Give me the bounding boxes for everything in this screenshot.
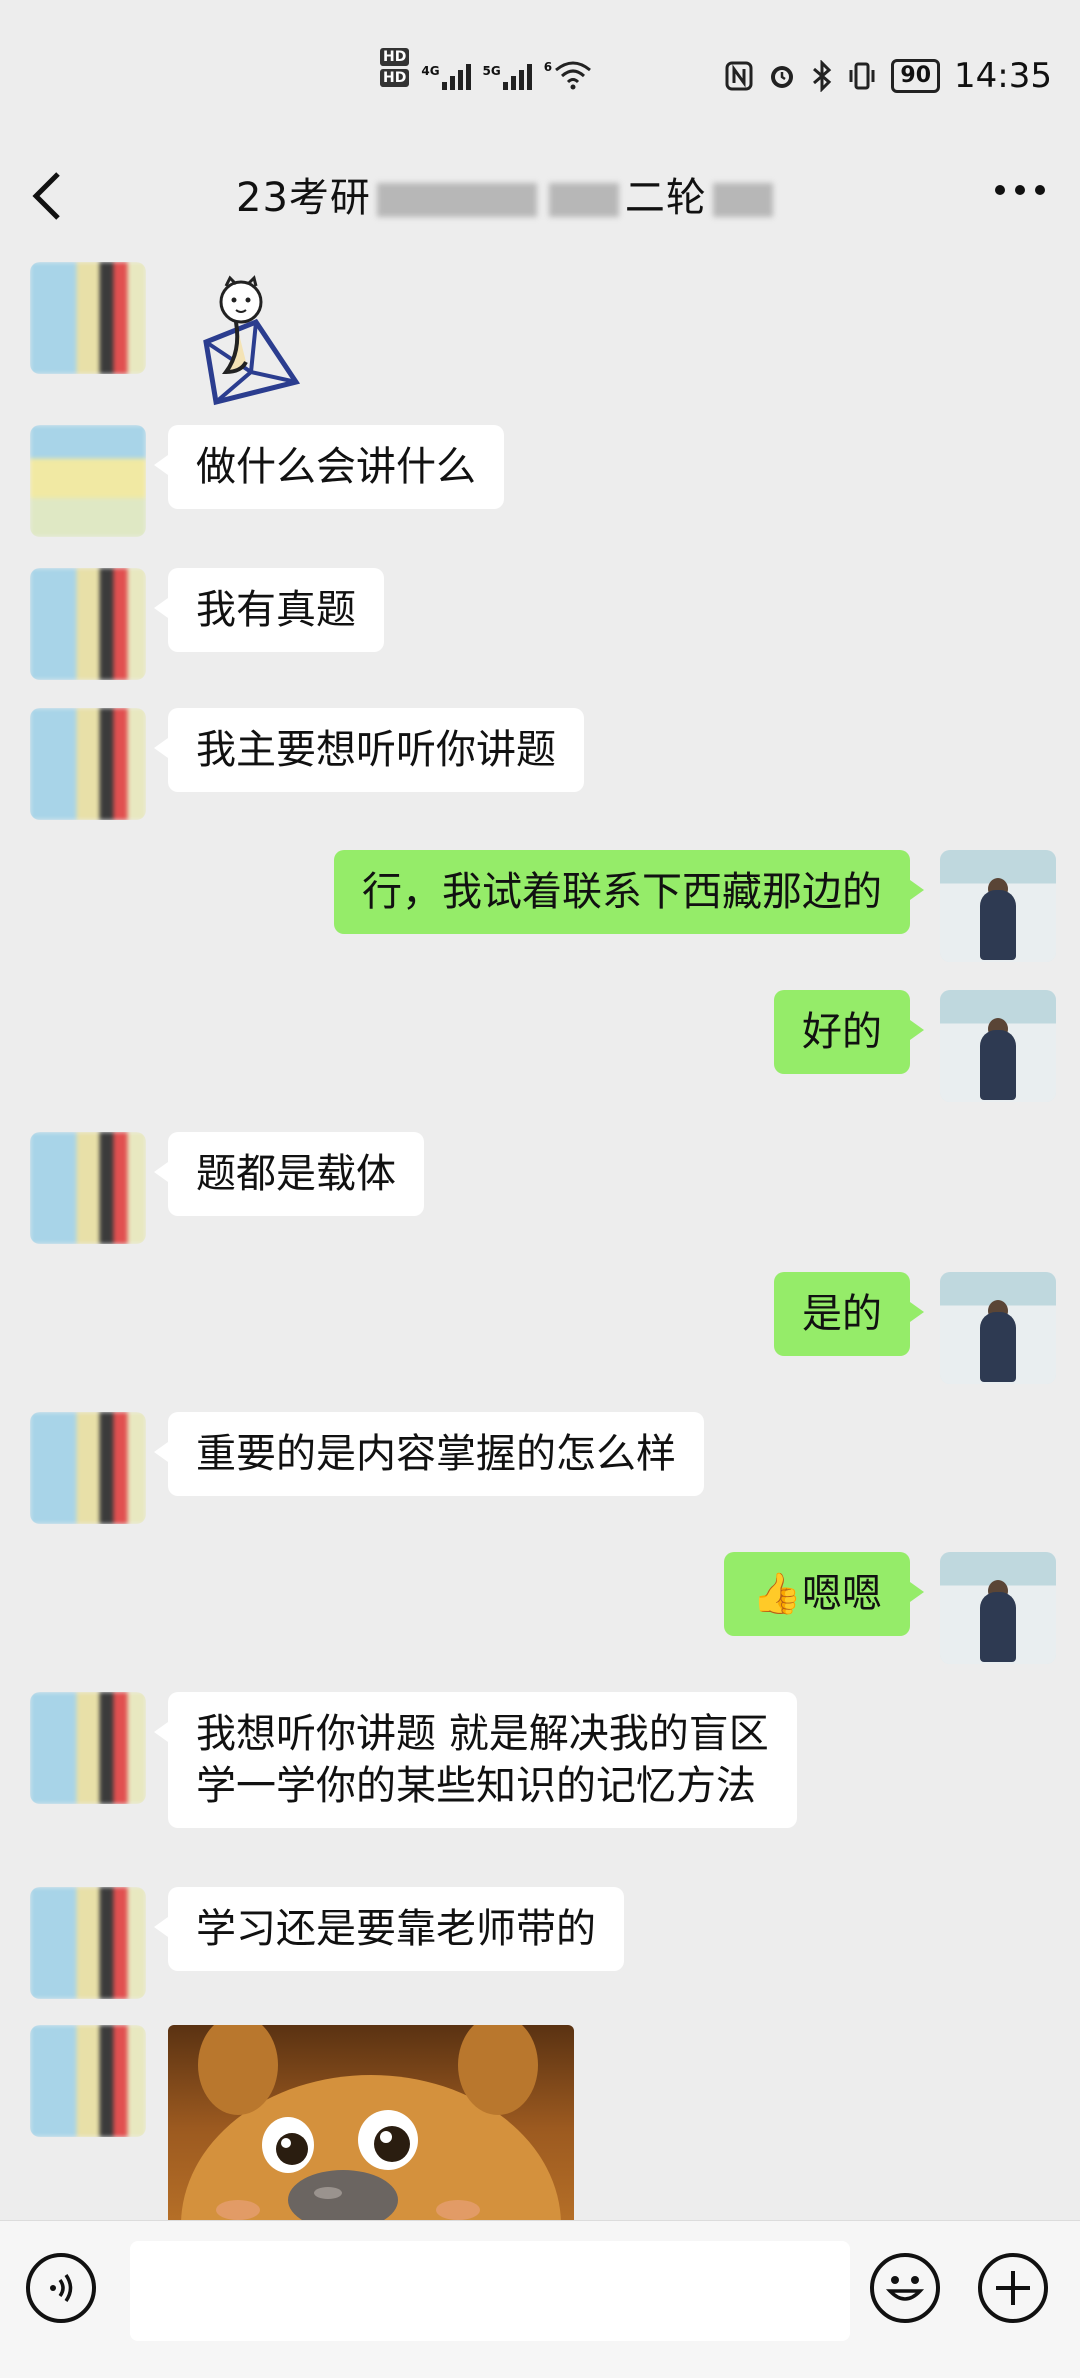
wifi-icon (555, 61, 592, 90)
message-bubble[interactable]: 我主要想听听你讲题 (154, 708, 584, 792)
battery-indicator: 90 (891, 59, 941, 93)
bluetooth-icon (813, 60, 832, 92)
alarm-icon (771, 66, 794, 88)
message-bubble[interactable]: 我想听你讲题 就是解决我的盲区 学一学你的某些知识的记忆方法 (154, 1692, 797, 1828)
chevron-left-icon (32, 172, 60, 220)
message-bubble[interactable]: 重要的是内容掌握的怎么样 (154, 1412, 704, 1496)
avatar[interactable] (30, 2025, 146, 2137)
wifi: 6 (544, 60, 592, 90)
clock: 14:35 (954, 56, 1052, 96)
status-bar: HD HD 4G 5G 6 90 14:35 (0, 0, 1080, 160)
avatar-image (30, 1412, 146, 1524)
wifi-label: 6 (543, 60, 553, 74)
chat-title-prefix: 23考研 (236, 175, 371, 221)
redacted-text (376, 183, 537, 217)
signal-1-label: 4G (421, 64, 440, 78)
message-row: 学习还是要靠老师带的 (0, 1887, 1080, 2007)
avatar[interactable] (30, 1887, 146, 1999)
message-row: 我想听你讲题 就是解决我的盲区 学一学你的某些知识的记忆方法 (0, 1692, 1080, 1862)
avatar-body (980, 1030, 1016, 1100)
avatar[interactable] (30, 568, 146, 680)
signal-2-label: 5G (482, 64, 501, 78)
avatar-image (30, 1692, 146, 1804)
message-bubble[interactable]: 好的 (774, 990, 924, 1074)
chat-title: 23考研 二轮 (236, 170, 779, 226)
hd-badge: HD (380, 69, 410, 87)
thumbs-up-icon: 👍 (752, 1571, 802, 1617)
voice-button[interactable] (26, 2253, 96, 2323)
message-row (0, 262, 1080, 432)
signal-icon (502, 64, 532, 90)
bear-face-icon (181, 2025, 561, 2220)
avatar-image (30, 568, 146, 680)
message-bubble[interactable]: 是的 (774, 1272, 924, 1356)
network-indicators: HD HD 4G 5G 6 (380, 48, 592, 90)
chat-title-mid: 二轮 (624, 175, 707, 221)
signal-icon (441, 64, 471, 90)
avatar-body (980, 1592, 1016, 1662)
message-bubble[interactable]: 做什么会讲什么 (154, 425, 504, 509)
avatar-body (980, 1312, 1016, 1382)
message-row: 行，我试着联系下西藏那边的 (0, 850, 1080, 970)
message-bubble[interactable]: 题都是载体 (154, 1132, 424, 1216)
avatar[interactable] (30, 1132, 146, 1244)
more-button[interactable] (990, 170, 1050, 213)
message-row: 好的 (0, 990, 1080, 1110)
message-bubble[interactable]: 行，我试着联系下西藏那边的 (334, 850, 924, 934)
back-button[interactable] (30, 168, 64, 234)
avatar[interactable] (30, 1692, 146, 1804)
chat-header: 23考研 二轮 (0, 160, 1080, 250)
avatar-image (30, 262, 146, 374)
hd-badge: HD (380, 48, 410, 66)
avatar-image (30, 1132, 146, 1244)
message-input[interactable] (130, 2241, 850, 2341)
system-indicators: 90 14:35 (725, 56, 1052, 96)
signal-1: 4G (421, 64, 471, 90)
redacted-text (712, 183, 773, 217)
avatar-image (30, 708, 146, 820)
plus-button[interactable] (978, 2253, 1048, 2323)
message-row: 是的 (0, 1272, 1080, 1392)
avatar-image (30, 425, 146, 537)
vibrate-icon (849, 62, 875, 90)
message-text: 嗯嗯 (802, 1571, 882, 1617)
message-row: 做什么会讲什么 (0, 425, 1080, 545)
avatar[interactable] (30, 708, 146, 820)
message-row: 题都是载体 (0, 1132, 1080, 1252)
avatar-body (980, 890, 1016, 960)
avatar[interactable] (30, 425, 146, 537)
avatar[interactable] (940, 1272, 1056, 1384)
avatar-image (30, 1887, 146, 1999)
avatar[interactable] (940, 850, 1056, 962)
message-row: 我主要想听听你讲题 (0, 708, 1080, 828)
signal-2: 5G (483, 64, 532, 90)
message-row: 我有真题 (0, 568, 1080, 688)
more-dots-icon (995, 185, 1045, 195)
message-row (0, 2025, 1080, 2220)
nfc-icon (725, 61, 753, 91)
emoji-icon (885, 2276, 925, 2301)
avatar-image (30, 2025, 146, 2137)
message-row: 重要的是内容掌握的怎么样 (0, 1412, 1080, 1532)
message-list[interactable]: 做什么会讲什么 我有真题 我主要想听听你讲题 行，我试着联系下西藏那边的 好的 … (0, 250, 1080, 2220)
avatar[interactable] (30, 262, 146, 374)
bear-sticker[interactable] (168, 2025, 574, 2220)
cat-cube-sticker[interactable] (196, 272, 306, 422)
message-row: 👍嗯嗯 (0, 1552, 1080, 1672)
avatar[interactable] (30, 1412, 146, 1524)
hd-badges: HD HD (380, 48, 410, 90)
plus-icon (996, 2271, 1030, 2305)
message-bubble[interactable]: 我有真题 (154, 568, 384, 652)
avatar[interactable] (940, 1552, 1056, 1664)
message-bubble[interactable]: 学习还是要靠老师带的 (154, 1887, 624, 1971)
message-bubble[interactable]: 👍嗯嗯 (724, 1552, 924, 1636)
emoji-button[interactable] (870, 2253, 940, 2323)
avatar[interactable] (940, 990, 1056, 1102)
voice-icon (50, 2274, 73, 2302)
input-bar (0, 2220, 1080, 2378)
redacted-text (548, 183, 619, 217)
